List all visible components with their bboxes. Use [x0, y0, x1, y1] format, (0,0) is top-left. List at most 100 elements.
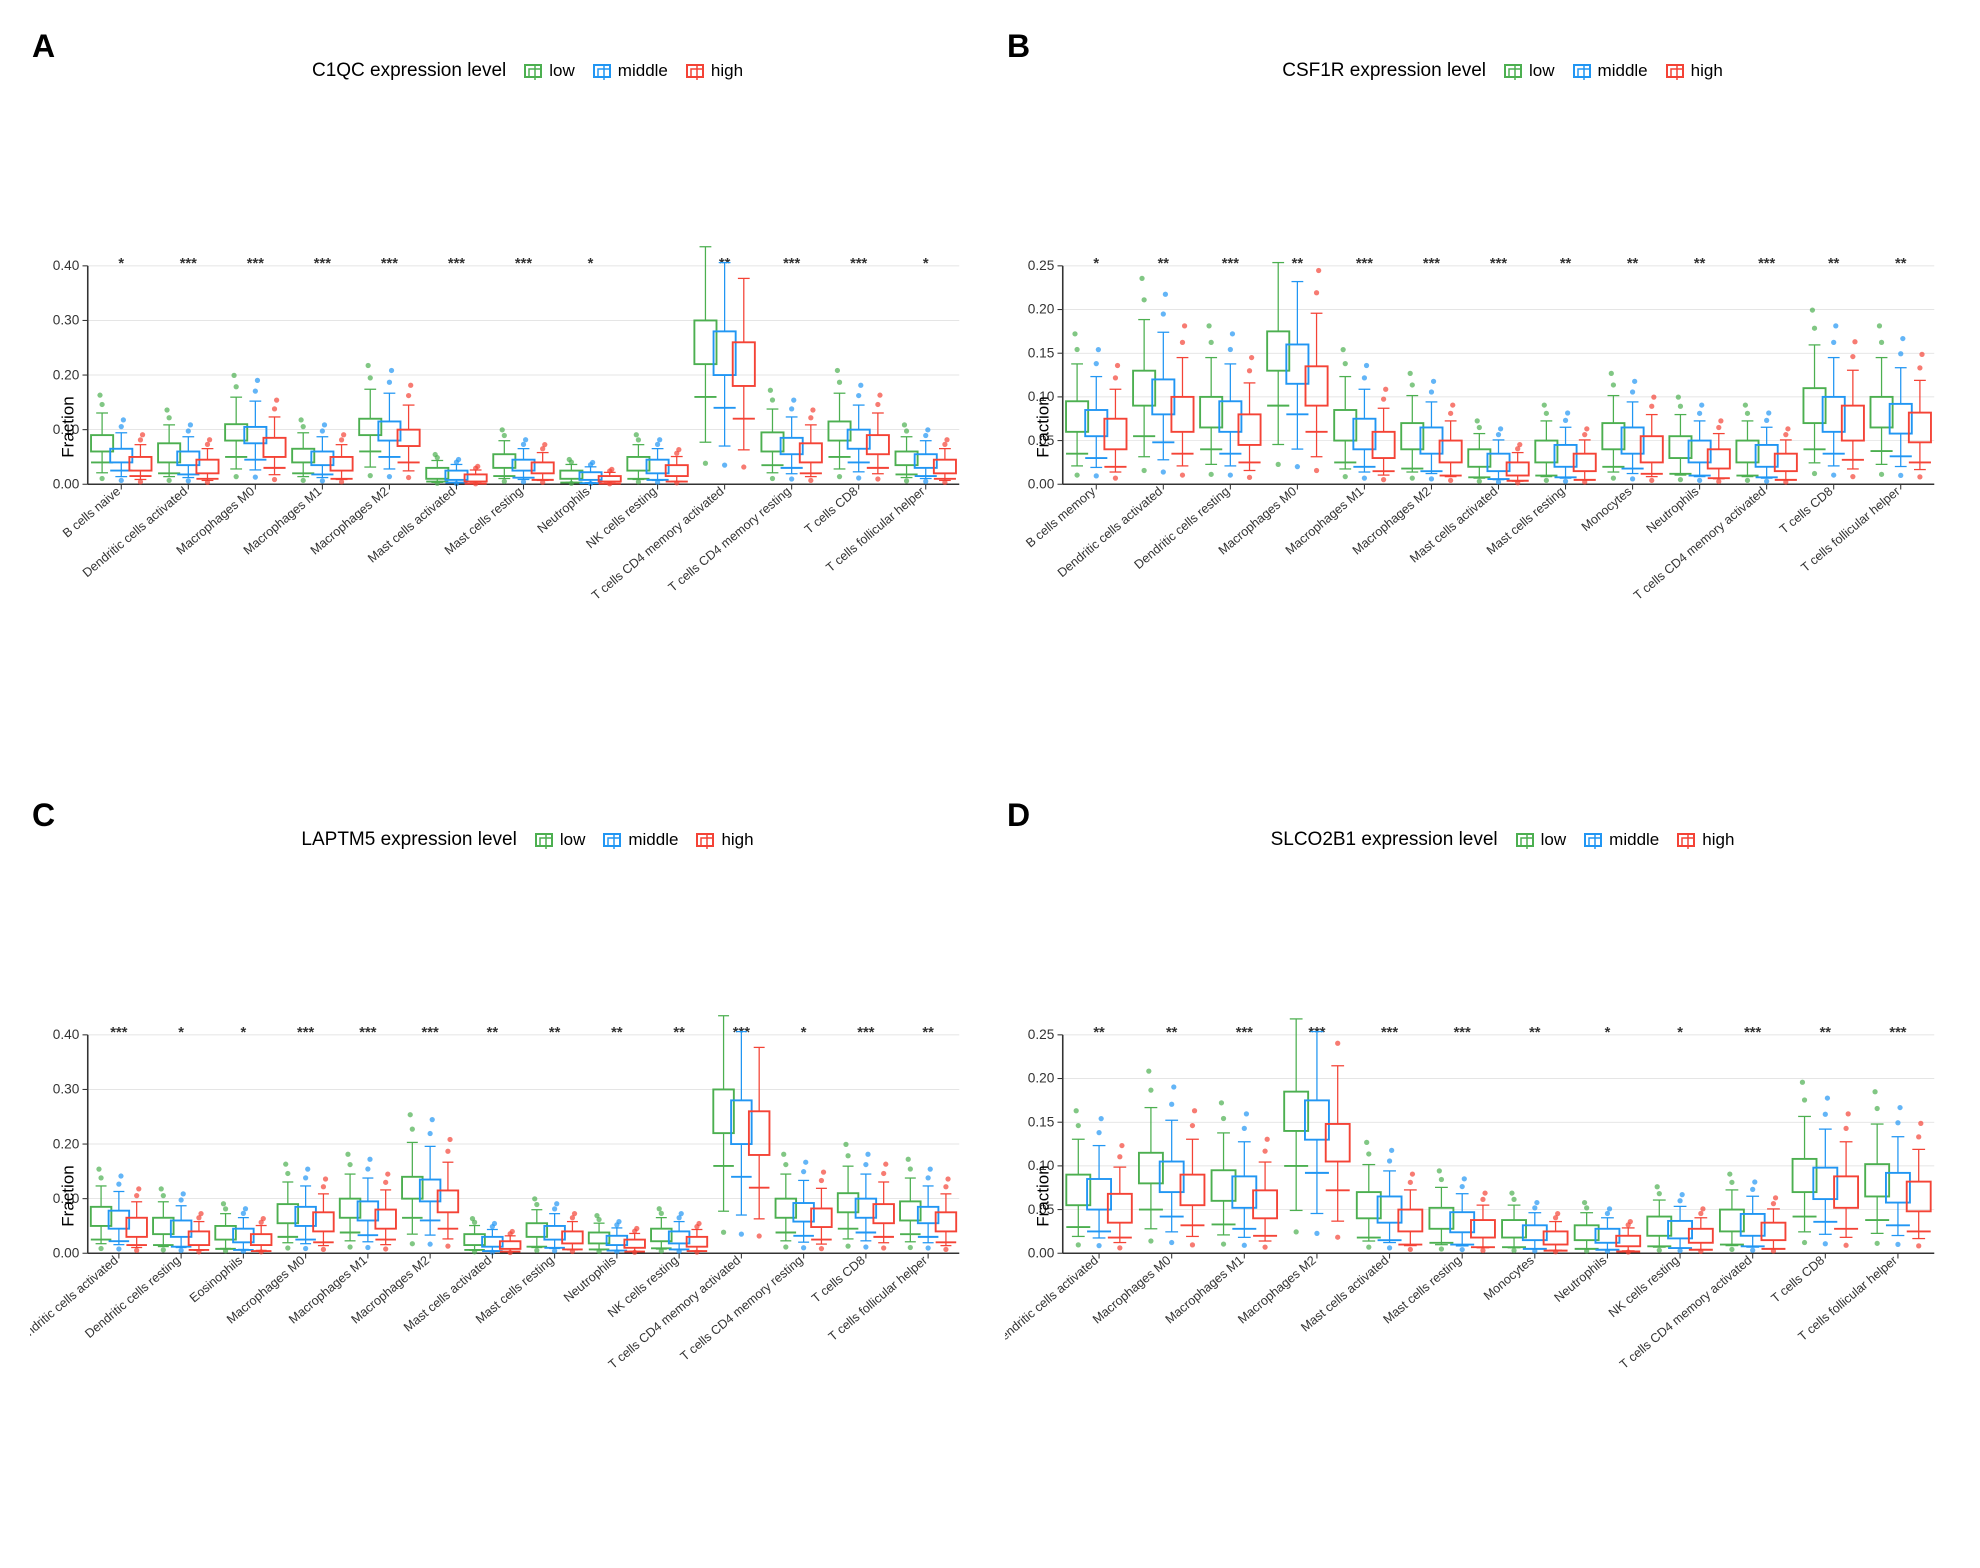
svg-text:***: *** [1758, 256, 1775, 272]
svg-text:**: ** [1828, 256, 1840, 272]
svg-text:***: *** [1381, 1025, 1398, 1041]
legend-label-high: high [711, 61, 743, 81]
legend-icon-high [686, 64, 704, 78]
panel-label-B: B [1007, 28, 1030, 65]
y-axis-label-D: Fraction [1034, 1165, 1054, 1226]
svg-text:**: ** [549, 1025, 561, 1041]
panel-A: AC1QC expression levellowmiddlehighFract… [20, 20, 985, 779]
svg-text:Mast cells resting: Mast cells resting [1381, 1253, 1465, 1326]
legend-item-middle: middle [603, 830, 678, 850]
chart-svg-B: 0.000.050.100.150.200.25*B cells memory*… [1005, 84, 1950, 769]
panel-label-D: D [1007, 797, 1030, 834]
svg-text:*: * [923, 256, 929, 272]
svg-text:*: * [1677, 1025, 1683, 1041]
svg-text:***: *** [110, 1025, 127, 1041]
title-legend-row-D: SLCO2B1 expression levellowmiddlehigh [1005, 829, 1950, 851]
svg-text:**: ** [673, 1025, 685, 1041]
svg-text:0.40: 0.40 [53, 1027, 80, 1042]
legend-label-high: high [1691, 61, 1723, 81]
svg-text:Dendritic cells activated: Dendritic cells activated [1005, 1253, 1101, 1349]
legend-item-middle: middle [593, 61, 668, 81]
svg-text:***: *** [857, 1025, 874, 1041]
title-legend-row-C: LAPTM5 expression levellowmiddlehigh [30, 829, 975, 851]
svg-text:***: *** [381, 256, 398, 272]
legend-item-low: low [1504, 61, 1555, 81]
legend-label-low: low [549, 61, 575, 81]
svg-text:Neutrophils: Neutrophils [535, 484, 593, 536]
svg-text:0.25: 0.25 [1028, 258, 1055, 273]
chart-area-B: Fraction0.000.050.100.150.200.25*B cells… [1005, 84, 1950, 769]
legend-icon-low [1504, 64, 1522, 78]
svg-text:T cells CD4 memory activated: T cells CD4 memory activated [1617, 1253, 1754, 1372]
svg-text:**: ** [611, 1025, 623, 1041]
svg-text:Eosinophils: Eosinophils [187, 1253, 245, 1305]
svg-text:**: ** [1694, 256, 1706, 272]
legend-icon-middle [1573, 64, 1591, 78]
legend-item-high: high [686, 61, 743, 81]
chart-svg-C: 0.000.100.200.300.40***Dendritic cells a… [30, 853, 975, 1538]
svg-text:*: * [588, 256, 594, 272]
svg-text:T cells CD8: T cells CD8 [809, 1253, 868, 1305]
svg-text:***: *** [1889, 1025, 1906, 1041]
svg-text:**: ** [1292, 256, 1304, 272]
legend-label-middle: middle [1609, 830, 1659, 850]
svg-text:0.25: 0.25 [1028, 1027, 1055, 1042]
svg-text:*: * [1605, 1025, 1611, 1041]
svg-text:0.00: 0.00 [53, 1245, 80, 1260]
svg-text:T cells CD8: T cells CD8 [1769, 1253, 1828, 1305]
legend-icon-high [1677, 833, 1695, 847]
svg-text:*: * [241, 1025, 247, 1041]
legend-item-high: high [696, 830, 753, 850]
page-container: AC1QC expression levellowmiddlehighFract… [0, 0, 1980, 1568]
legend-icon-high [696, 833, 714, 847]
svg-text:***: *** [1490, 256, 1507, 272]
svg-text:*: * [1093, 256, 1099, 272]
svg-text:T cells CD4 memory resting: T cells CD4 memory resting [678, 1253, 806, 1363]
svg-text:**: ** [1895, 256, 1907, 272]
svg-text:***: *** [297, 1025, 314, 1041]
svg-text:T cells CD4 memory activated: T cells CD4 memory activated [606, 1253, 743, 1372]
svg-text:0.20: 0.20 [1028, 1071, 1055, 1086]
svg-text:T cells CD8: T cells CD8 [1777, 484, 1836, 536]
legend-item-high: high [1677, 830, 1734, 850]
svg-text:***: *** [1423, 256, 1440, 272]
legend-item-middle: middle [1584, 830, 1659, 850]
svg-text:Macrophages M0: Macrophages M0 [1090, 1253, 1174, 1326]
legend-icon-high [1666, 64, 1684, 78]
title-legend-row-B: CSF1R expression level low middle high [1005, 60, 1950, 82]
svg-text:0.00: 0.00 [53, 476, 80, 491]
svg-text:B cells naive: B cells naive [60, 484, 123, 540]
chart-area-A: Fraction0.000.100.200.300.40*B cells nai… [30, 84, 975, 769]
chart-title-B: CSF1R expression level [1282, 60, 1486, 82]
svg-text:**: ** [1158, 256, 1170, 272]
legend-item-middle: middle [1573, 61, 1648, 81]
svg-text:***: *** [448, 256, 465, 272]
panel-label-A: A [32, 28, 55, 65]
svg-text:NK cells resting: NK cells resting [1606, 1253, 1682, 1320]
svg-text:**: ** [1166, 1025, 1178, 1041]
svg-text:0.30: 0.30 [53, 1082, 80, 1097]
svg-text:0.40: 0.40 [53, 258, 80, 273]
svg-text:*: * [118, 256, 124, 272]
svg-text:0.15: 0.15 [1028, 345, 1055, 360]
svg-text:0.20: 0.20 [1028, 302, 1055, 317]
svg-text:**: ** [1560, 256, 1572, 272]
svg-text:***: *** [1356, 256, 1373, 272]
chart-area-C: Fraction0.000.100.200.300.40***Dendritic… [30, 853, 975, 1538]
svg-text:***: *** [1236, 1025, 1253, 1041]
svg-text:**: ** [922, 1025, 934, 1041]
legend-icon-middle [1584, 833, 1602, 847]
svg-text:***: *** [783, 256, 800, 272]
title-legend-row-A: C1QC expression levellowmiddlehigh [30, 60, 975, 82]
svg-text:0.20: 0.20 [53, 1136, 80, 1151]
legend-item-high: high [1666, 61, 1723, 81]
legend-icon-middle [603, 833, 621, 847]
chart-title-C: LAPTM5 expression level [301, 829, 516, 851]
svg-text:**: ** [1529, 1025, 1541, 1041]
svg-text:0.15: 0.15 [1028, 1114, 1055, 1129]
svg-text:Monocytes: Monocytes [1481, 1253, 1537, 1303]
svg-text:***: *** [422, 1025, 439, 1041]
svg-text:**: ** [1093, 1025, 1105, 1041]
svg-text:***: *** [515, 256, 532, 272]
svg-text:T cells CD4 memory resting: T cells CD4 memory resting [666, 484, 794, 594]
